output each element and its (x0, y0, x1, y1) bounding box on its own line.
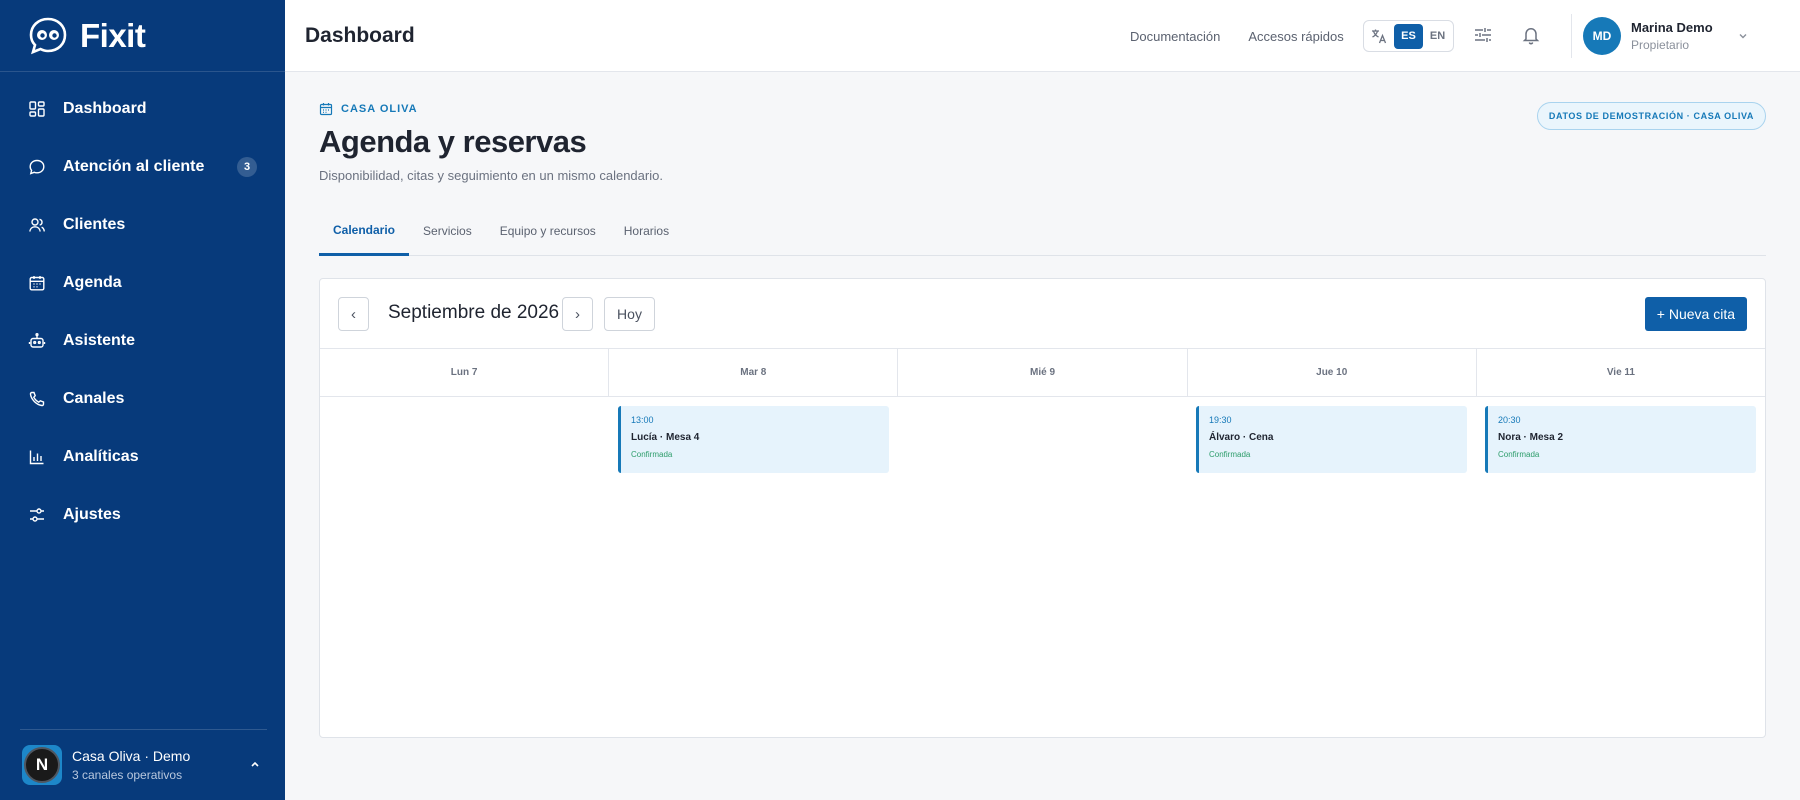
robot-icon (28, 332, 46, 350)
user-role: Propietario (1631, 38, 1690, 52)
day-column-mar-8[interactable]: 13:00 Lucía · Mesa 4 Confirmada (609, 397, 898, 737)
sidebar-item-ajustes[interactable]: Ajustes (0, 486, 285, 544)
tab-calendario[interactable]: Calendario (319, 206, 410, 256)
appointment-time: 20:30 (1498, 415, 1521, 425)
today-button[interactable]: Hoy (604, 297, 655, 331)
demo-data-badge: DATOS DE DEMOSTRACIÓN · CASA OLIVA (1536, 102, 1766, 130)
appointment-card[interactable]: 19:30 Álvaro · Cena Confirmada (1196, 406, 1467, 473)
day-column-lun-7[interactable] (320, 397, 609, 737)
day-column-mie-9[interactable] (898, 397, 1187, 737)
tab-servicios[interactable]: Servicios (409, 206, 486, 256)
sidebar-item-label: Clientes (63, 216, 126, 233)
appointment-title: Álvaro · Cena (1209, 432, 1274, 443)
sidebar-item-label: Canales (63, 390, 125, 407)
dashboard-icon (28, 100, 46, 118)
quick-access-link[interactable]: Accesos rápidos (1248, 29, 1343, 44)
sidebar-nav: Dashboard Atención al cliente 3 Clientes… (0, 72, 285, 544)
channels-icon (28, 390, 46, 408)
workspace-subtitle: 3 canales operativos (72, 768, 183, 782)
appointment-title: Nora · Mesa 2 (1498, 432, 1564, 443)
calendar-toolbar: ‹ Septiembre de 2026 › Hoy + Nueva cita (320, 279, 1765, 349)
language-es-button[interactable]: ES (1394, 23, 1423, 49)
avatar: MD (1583, 17, 1621, 55)
tab-horarios[interactable]: Horarios (610, 206, 683, 256)
topbar-title: Dashboard (305, 23, 415, 47)
calendar: ‹ Septiembre de 2026 › Hoy + Nueva cita … (319, 278, 1766, 738)
brand-name: Fixit (80, 16, 146, 54)
appointment-status: Confirmada (631, 450, 673, 459)
page-eyebrow: CASA OLIVA (319, 102, 418, 116)
day-column-vie-11[interactable]: 20:30 Nora · Mesa 2 Confirmada (1476, 397, 1765, 737)
calendar-days-header: Lun 7 Mar 8 Mié 9 Jue 10 Vie 11 (320, 349, 1765, 397)
day-column-jue-10[interactable]: 19:30 Álvaro · Cena Confirmada (1187, 397, 1476, 737)
sidebar-item-agenda[interactable]: Agenda (0, 254, 285, 312)
fixit-logo-icon (29, 17, 67, 54)
sidebar-item-label: Dashboard (63, 100, 147, 117)
user-info: Marina Demo Propietario (1631, 20, 1713, 52)
unread-count-badge: 3 (237, 157, 257, 177)
workspace-avatar: N (22, 745, 62, 785)
page-tabs: Calendario Servicios Equipo y recursos H… (319, 206, 1766, 256)
previous-month-button[interactable]: ‹ (338, 297, 369, 331)
sidebar-item-label: Asistente (63, 332, 136, 349)
day-header: Jue 10 (1188, 349, 1477, 396)
bar-chart-icon (28, 448, 46, 466)
appointment-status: Confirmada (1209, 450, 1251, 459)
users-icon (28, 216, 46, 234)
calendar-icon (319, 103, 333, 116)
chevron-down-icon (1739, 34, 1747, 39)
calendar-icon (28, 274, 46, 292)
translate-icon (1372, 29, 1387, 44)
appointment-title: Lucía · Mesa 4 (631, 432, 700, 443)
new-appointment-button[interactable]: + Nueva cita (1644, 297, 1747, 331)
page-subtitle: Disponibilidad, citas y seguimiento en u… (319, 168, 663, 183)
sidebar-item-asistente[interactable]: Asistente (0, 312, 285, 370)
appointment-status: Confirmada (1498, 450, 1540, 459)
day-header: Mié 9 (898, 349, 1188, 396)
workspace-initial: N (24, 747, 60, 783)
sidebar-item-label: Analíticas (63, 448, 139, 465)
bell-icon[interactable] (1520, 24, 1542, 46)
day-header: Vie 11 (1606, 367, 1635, 378)
current-month-label: Septiembre de 2026 (388, 302, 560, 323)
workspace-name: Casa Oliva · Demo (72, 748, 191, 764)
business-name: CASA OLIVA (341, 103, 418, 115)
tab-equipo-y-recursos[interactable]: Equipo y recursos (486, 206, 610, 256)
day-header: Lun 7 (320, 349, 610, 396)
sidebar: Fixit Dashboard Atención al cliente 3 Cl… (0, 0, 285, 800)
appointment-time: 19:30 (1209, 415, 1232, 425)
sidebar-item-dashboard[interactable]: Dashboard (0, 80, 285, 138)
user-name: Marina Demo (1631, 20, 1713, 35)
appointment-card[interactable]: 13:00 Lucía · Mesa 4 Confirmada (618, 406, 889, 473)
workspace-info: Casa Oliva · Demo 3 canales operativos (72, 748, 190, 782)
sliders-icon (28, 506, 46, 524)
chat-bubble-icon (28, 158, 46, 176)
next-month-button[interactable]: › (562, 297, 593, 331)
user-menu[interactable]: MD Marina Demo Propietario (1571, 0, 1749, 72)
page-title: Agenda y reservas (319, 124, 587, 159)
sidebar-item-label: Atención al cliente (63, 158, 205, 175)
workspace-switcher[interactable]: N Casa Oliva · Demo 3 canales operativos (20, 729, 267, 800)
sidebar-item-clientes[interactable]: Clientes (0, 196, 285, 254)
topbar: Dashboard Documentación Accesos rápidos … (285, 0, 1800, 72)
calendar-days-body: 13:00 Lucía · Mesa 4 Confirmada 19:30 Ál… (320, 397, 1765, 737)
language-switcher: ES EN (1363, 20, 1454, 52)
language-en-button[interactable]: EN (1423, 24, 1452, 49)
sidebar-item-canales[interactable]: Canales (0, 370, 285, 428)
sidebar-item-label: Ajustes (63, 506, 121, 523)
filters-icon[interactable] (1472, 24, 1494, 46)
sidebar-item-analiticas[interactable]: Analíticas (0, 428, 285, 486)
sidebar-item-atencion-al-cliente[interactable]: Atención al cliente 3 (0, 138, 285, 196)
brand[interactable]: Fixit (0, 0, 285, 72)
appointment-card[interactable]: 20:30 Nora · Mesa 2 Confirmada (1485, 406, 1756, 473)
documentation-link[interactable]: Documentación (1130, 29, 1220, 44)
chevron-up-icon (251, 761, 259, 767)
topbar-links: Documentación Accesos rápidos (1130, 0, 1372, 72)
sidebar-item-label: Agenda (63, 274, 122, 291)
day-header: Mar 8 (609, 349, 899, 396)
appointment-time: 13:00 (631, 415, 654, 425)
